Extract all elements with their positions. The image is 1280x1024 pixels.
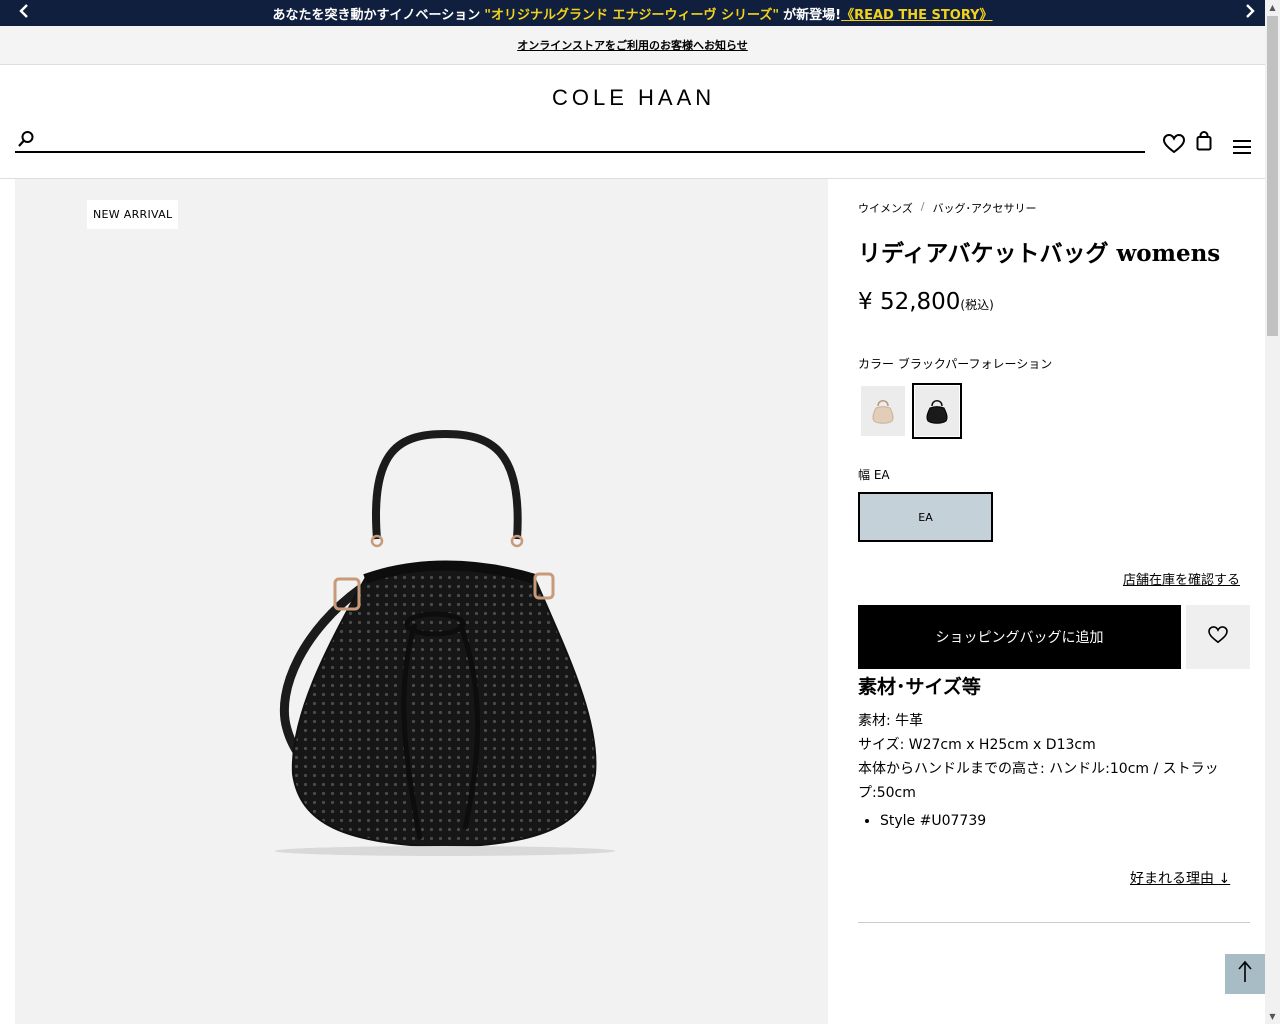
search-bar (15, 129, 1145, 153)
add-to-wishlist-button[interactable] (1186, 605, 1250, 669)
price-value: ¥ 52,800 (858, 289, 961, 315)
search-icon[interactable] (17, 130, 35, 152)
product-image (275, 429, 615, 856)
style-number: Style #U07739 (880, 809, 1250, 833)
promo-banner: あなたを突き動かすイノベーション "オリジナルグランド エナジーウィーヴ シリー… (0, 0, 1265, 26)
heart-icon (1208, 626, 1228, 648)
ivory-bag-swatch (872, 400, 894, 424)
spec-title: 素材･サイズ等 (858, 676, 981, 698)
notice-bar: オンラインストアをご利用のお客様へお知らせ (0, 26, 1265, 65)
brand-logo[interactable]: COLE HAAN (552, 85, 715, 111)
new-arrival-badge: NEW ARRIVAL (87, 200, 179, 229)
spec-material: 素材: 牛革 (858, 713, 924, 729)
promo-highlight: "オリジナルグランド エナジーウィーヴ シリーズ" (484, 7, 780, 23)
width-label: 幅 EA (858, 468, 890, 482)
check-store-stock-link[interactable]: 店舗在庫を確認する (1123, 569, 1240, 588)
page-scrollbar[interactable]: ▲ ▼ (1265, 0, 1280, 1024)
breadcrumb-separator: / (920, 200, 925, 213)
tax-note: (税込) (960, 298, 994, 312)
reasons-link[interactable]: 好まれる理由 ↓ (1130, 868, 1230, 888)
add-to-bag-button[interactable]: ショッピングバッグに追加 (858, 605, 1181, 669)
arrow-down-icon: ↓ (1218, 871, 1231, 887)
breadcrumb-bags[interactable]: バッグ･アクセサリー (933, 200, 1037, 216)
chevron-left-icon[interactable] (14, 3, 34, 23)
color-label: カラー ブラックパーフォレーション (858, 357, 1053, 371)
black-bag-swatch (926, 400, 948, 424)
spec-details: 素材: 牛革 サイズ: W27cm x H25cm x D13cm 本体からハン… (858, 709, 1250, 833)
size-option-ea[interactable]: EA (858, 492, 993, 542)
arrow-up-icon (1237, 960, 1253, 988)
breadcrumb: ウイメンズ / バッグ･アクセサリー (858, 200, 1036, 216)
search-input[interactable] (45, 129, 1135, 151)
promo-text-after: が新登場! (783, 7, 842, 23)
back-to-top-button[interactable] (1225, 954, 1265, 994)
color-swatch-ivory[interactable] (858, 383, 908, 439)
spec-handle-height: 本体からハンドルまでの高さ: ハンドル:10cm / ストラップ:50cm (858, 761, 1219, 801)
product-gallery[interactable]: NEW ARRIVAL (15, 179, 828, 1024)
notice-link[interactable]: オンラインストアをご利用のお客様へお知らせ (517, 37, 748, 53)
scrollbar-thumb[interactable] (1267, 16, 1278, 336)
heart-icon[interactable] (1162, 133, 1186, 158)
spec-size: サイズ: W27cm x H25cm x D13cm (858, 737, 1096, 753)
product-price: ¥ 52,800(税込) (858, 289, 994, 315)
site-header: COLE HAAN (0, 65, 1265, 179)
reasons-link-label: 好まれる理由 (1130, 871, 1214, 887)
divider (858, 922, 1250, 923)
chevron-right-icon[interactable] (1240, 3, 1260, 23)
breadcrumb-womens[interactable]: ウイメンズ (858, 200, 913, 216)
menu-icon[interactable] (1233, 139, 1251, 159)
shopping-bag-icon[interactable] (1196, 131, 1212, 155)
promo-read-story-link[interactable]: 《READ THE STORY》 (841, 4, 992, 23)
promo-text: あなたを突き動かすイノベーション (272, 7, 481, 23)
scroll-down-arrow-icon[interactable]: ▼ (1265, 1009, 1280, 1024)
color-swatch-black[interactable] (912, 383, 962, 439)
product-title: リディアバケットバッグ womens (858, 240, 1221, 267)
scroll-up-arrow-icon[interactable]: ▲ (1265, 0, 1280, 15)
